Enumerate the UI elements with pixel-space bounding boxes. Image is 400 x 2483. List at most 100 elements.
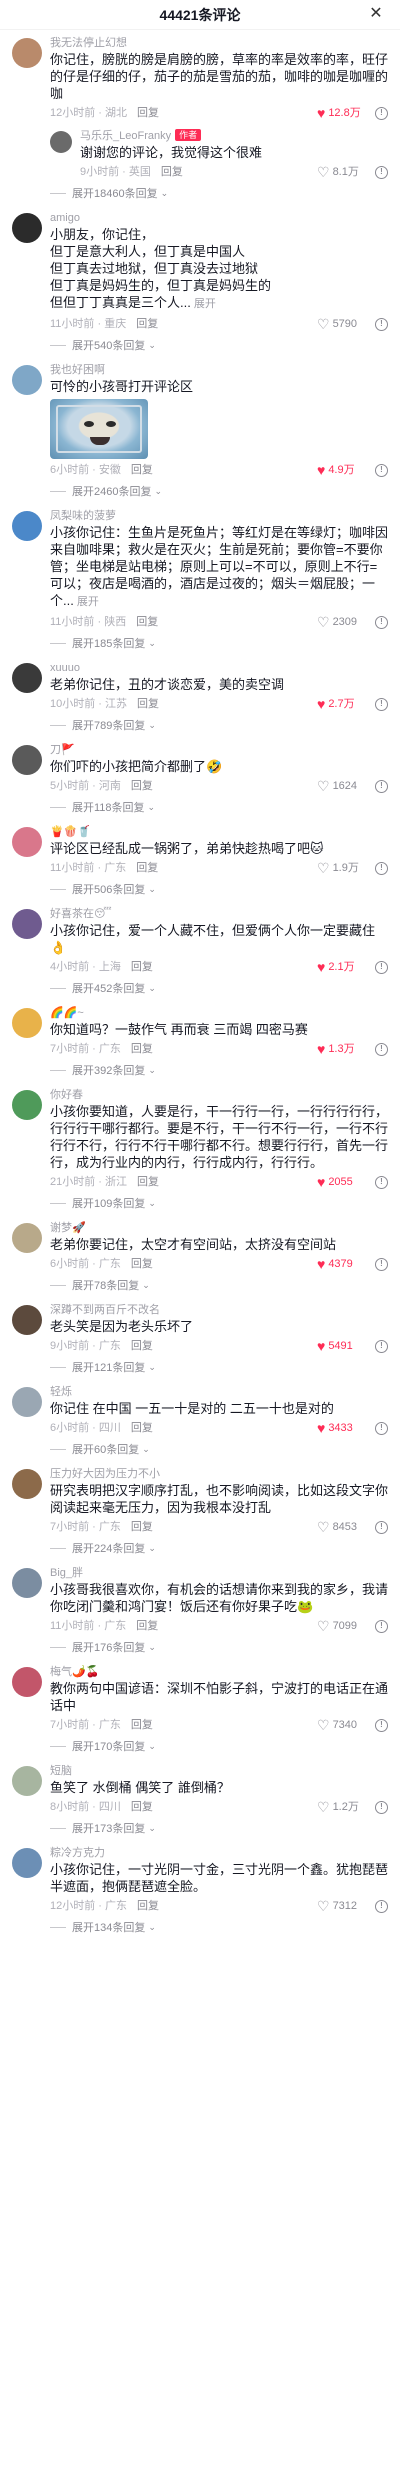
- reply-button[interactable]: 回复: [131, 1039, 153, 1059]
- avatar[interactable]: [12, 1568, 42, 1598]
- avatar[interactable]: [12, 1223, 42, 1253]
- comment-username[interactable]: 深蹲不到两百斤不改名: [50, 1303, 388, 1317]
- reply-button[interactable]: 回复: [137, 694, 159, 714]
- expand-replies-button[interactable]: 展开121条回复 ⌄: [0, 1356, 400, 1379]
- avatar[interactable]: [12, 663, 42, 693]
- reply-button[interactable]: 回复: [131, 1517, 153, 1537]
- close-icon[interactable]: ✕: [366, 4, 386, 24]
- avatar[interactable]: [50, 131, 72, 153]
- like-button[interactable]: ♡ 2309: [317, 612, 363, 632]
- expand-link[interactable]: 展开: [191, 298, 216, 310]
- reply-button[interactable]: 回复: [136, 314, 158, 334]
- expand-replies-button[interactable]: 展开170条回复 ⌄: [0, 1735, 400, 1758]
- dislike-icon[interactable]: !: [375, 960, 388, 974]
- comment-username[interactable]: 好喜茶在😴: [50, 907, 388, 921]
- avatar[interactable]: [12, 827, 42, 857]
- dislike-icon[interactable]: !: [375, 1421, 388, 1435]
- dislike-icon[interactable]: !: [375, 1800, 388, 1814]
- dislike-icon[interactable]: !: [375, 861, 388, 875]
- reply-button[interactable]: 回复: [137, 103, 159, 123]
- dislike-icon[interactable]: !: [375, 1175, 388, 1189]
- comment-username[interactable]: 轻烁: [50, 1385, 388, 1399]
- like-button[interactable]: ♥ 4.9万: [317, 460, 363, 480]
- expand-replies-button[interactable]: 展开173条回复 ⌄: [0, 1817, 400, 1840]
- comment-username[interactable]: 压力好大因为压力不小: [50, 1467, 388, 1481]
- avatar[interactable]: [12, 1848, 42, 1878]
- like-button[interactable]: ♡ 8.1万: [317, 162, 363, 182]
- comment-username[interactable]: 梅气🌶️🍒: [50, 1665, 388, 1679]
- avatar[interactable]: [12, 1469, 42, 1499]
- comment-username[interactable]: 马乐乐_LeoFranky 作者: [80, 129, 388, 143]
- dislike-icon[interactable]: !: [375, 697, 388, 711]
- comment-username[interactable]: 🍟🍿🥤: [50, 825, 388, 839]
- expand-replies-button[interactable]: 展开506条回复 ⌄: [0, 878, 400, 901]
- comment-username[interactable]: amigo: [50, 211, 388, 225]
- expand-replies-button[interactable]: 展开540条回复 ⌄: [0, 334, 400, 357]
- expand-replies-button[interactable]: 展开452条回复 ⌄: [0, 977, 400, 1000]
- like-button[interactable]: ♥ 5491: [317, 1336, 363, 1356]
- expand-replies-button[interactable]: 展开224条回复 ⌄: [0, 1537, 400, 1560]
- expand-replies-button[interactable]: 展开185条回复 ⌄: [0, 632, 400, 655]
- dislike-icon[interactable]: !: [375, 1520, 388, 1534]
- avatar[interactable]: [12, 1090, 42, 1120]
- dislike-icon[interactable]: !: [375, 1042, 388, 1056]
- comment-username[interactable]: 凤梨味的菠萝: [50, 509, 388, 523]
- reply-button[interactable]: 回复: [131, 1418, 153, 1438]
- like-button[interactable]: ♥ 2055: [317, 1172, 363, 1192]
- like-button[interactable]: ♡ 5790: [317, 314, 363, 334]
- dislike-icon[interactable]: !: [375, 1257, 388, 1271]
- like-button[interactable]: ♡ 7099: [317, 1616, 363, 1636]
- like-button[interactable]: ♡ 7312: [317, 1896, 363, 1916]
- reply-button[interactable]: 回复: [161, 162, 183, 182]
- dislike-icon[interactable]: !: [375, 615, 388, 629]
- reply-button[interactable]: 回复: [131, 1797, 153, 1817]
- comment-username[interactable]: 刀🚩: [50, 743, 388, 757]
- like-button[interactable]: ♥ 3433: [317, 1418, 363, 1438]
- expand-replies-button[interactable]: 展开392条回复 ⌄: [0, 1059, 400, 1082]
- expand-replies-button[interactable]: 展开78条回复 ⌄: [0, 1274, 400, 1297]
- comment-username[interactable]: xuuuo: [50, 661, 388, 675]
- dislike-icon[interactable]: !: [375, 463, 388, 477]
- avatar[interactable]: [12, 1008, 42, 1038]
- reply-button[interactable]: 回复: [131, 1254, 153, 1274]
- reply-button[interactable]: 回复: [137, 1172, 159, 1192]
- expand-replies-button[interactable]: 展开109条回复 ⌄: [0, 1192, 400, 1215]
- like-button[interactable]: ♥ 12.8万: [317, 103, 363, 123]
- expand-replies-button[interactable]: 展开789条回复 ⌄: [0, 714, 400, 737]
- reply-button[interactable]: 回复: [136, 858, 158, 878]
- avatar[interactable]: [12, 213, 42, 243]
- expand-replies-button[interactable]: 展开134条回复 ⌄: [0, 1916, 400, 1939]
- dislike-icon[interactable]: !: [375, 1339, 388, 1353]
- expand-replies-button[interactable]: 展开60条回复 ⌄: [0, 1438, 400, 1461]
- comment-username[interactable]: 我也好困啊: [50, 363, 388, 377]
- expand-replies-button[interactable]: 展开18460条回复 ⌄: [0, 182, 400, 205]
- dislike-icon[interactable]: !: [375, 1899, 388, 1913]
- reply-button[interactable]: 回复: [137, 1896, 159, 1916]
- avatar[interactable]: [12, 38, 42, 68]
- expand-replies-button[interactable]: 展开118条回复 ⌄: [0, 796, 400, 819]
- comment-username[interactable]: 我无法停止幻想: [50, 36, 388, 50]
- reply-button[interactable]: 回复: [131, 1336, 153, 1356]
- dislike-icon[interactable]: !: [375, 165, 388, 179]
- dislike-icon[interactable]: !: [375, 106, 388, 120]
- like-button[interactable]: ♡ 1624: [317, 776, 363, 796]
- comment-image[interactable]: [50, 399, 148, 459]
- dislike-icon[interactable]: !: [375, 779, 388, 793]
- reply-button[interactable]: 回复: [131, 776, 153, 796]
- avatar[interactable]: [12, 511, 42, 541]
- like-button[interactable]: ♥ 1.3万: [317, 1039, 363, 1059]
- expand-replies-button[interactable]: 展开176条回复 ⌄: [0, 1636, 400, 1659]
- reply-button[interactable]: 回复: [131, 460, 153, 480]
- reply-button[interactable]: 回复: [131, 957, 153, 977]
- like-button[interactable]: ♥ 2.1万: [317, 957, 363, 977]
- dislike-icon[interactable]: !: [375, 1718, 388, 1732]
- dislike-icon[interactable]: !: [375, 317, 388, 331]
- avatar[interactable]: [12, 745, 42, 775]
- expand-replies-button[interactable]: 展开2460条回复 ⌄: [0, 480, 400, 503]
- reply-button[interactable]: 回复: [136, 1616, 158, 1636]
- avatar[interactable]: [12, 1387, 42, 1417]
- reply-button[interactable]: 回复: [131, 1715, 153, 1735]
- dislike-icon[interactable]: !: [375, 1619, 388, 1633]
- comment-username[interactable]: 谢梦🚀: [50, 1221, 388, 1235]
- like-button[interactable]: ♡ 1.9万: [317, 858, 363, 878]
